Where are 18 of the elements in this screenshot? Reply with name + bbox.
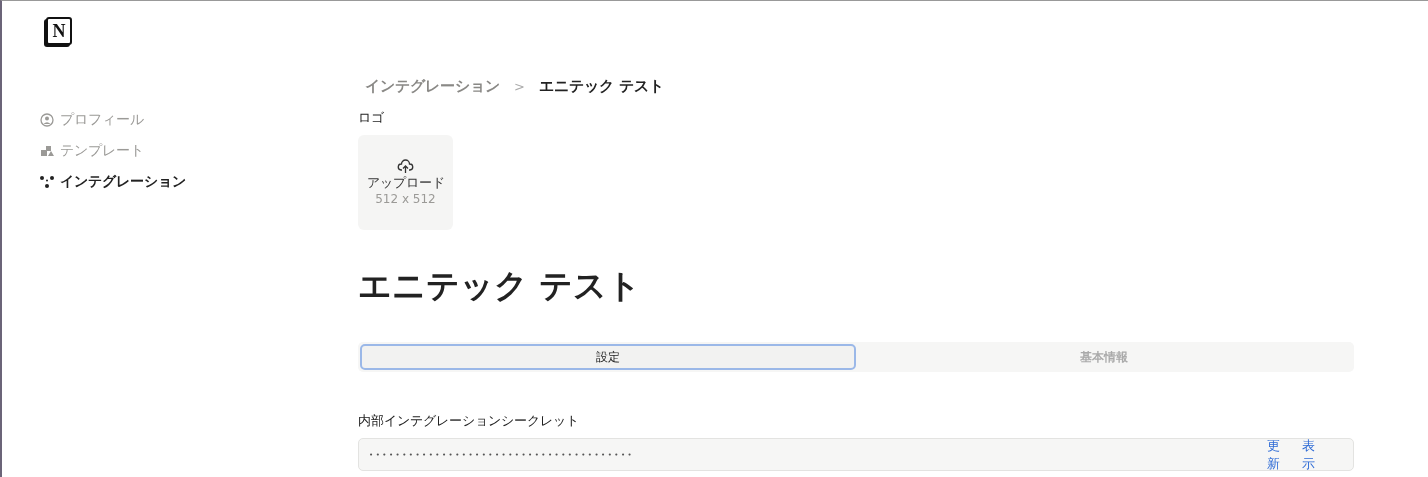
breadcrumb-link[interactable]: インテグレーション: [365, 76, 500, 96]
page-title: エニテック テスト: [358, 265, 643, 307]
shapes-icon: [40, 143, 54, 158]
app-logo[interactable]: N: [46, 17, 72, 45]
upload-button[interactable]: アップロード 512 x 512: [358, 135, 453, 230]
sidebar-item[interactable]: テンプレート: [40, 140, 358, 161]
tab[interactable]: 設定: [360, 344, 856, 370]
field-label: 内部インテグレーションシークレット: [358, 412, 580, 430]
action-link[interactable]: 更新: [1267, 436, 1280, 473]
profile-icon: [40, 112, 54, 127]
cloud-upload-icon: [397, 159, 414, 174]
sidebar-item[interactable]: プロフィール: [40, 109, 358, 130]
breadcrumb-current: エニテック テスト: [538, 76, 665, 96]
logo-label: ロゴ: [358, 109, 385, 127]
breadcrumb-separator: >: [514, 78, 525, 94]
nodes-icon: [40, 174, 54, 189]
action-link[interactable]: 表示: [1302, 436, 1315, 473]
sidebar-item[interactable]: インテグレーション: [40, 171, 358, 192]
